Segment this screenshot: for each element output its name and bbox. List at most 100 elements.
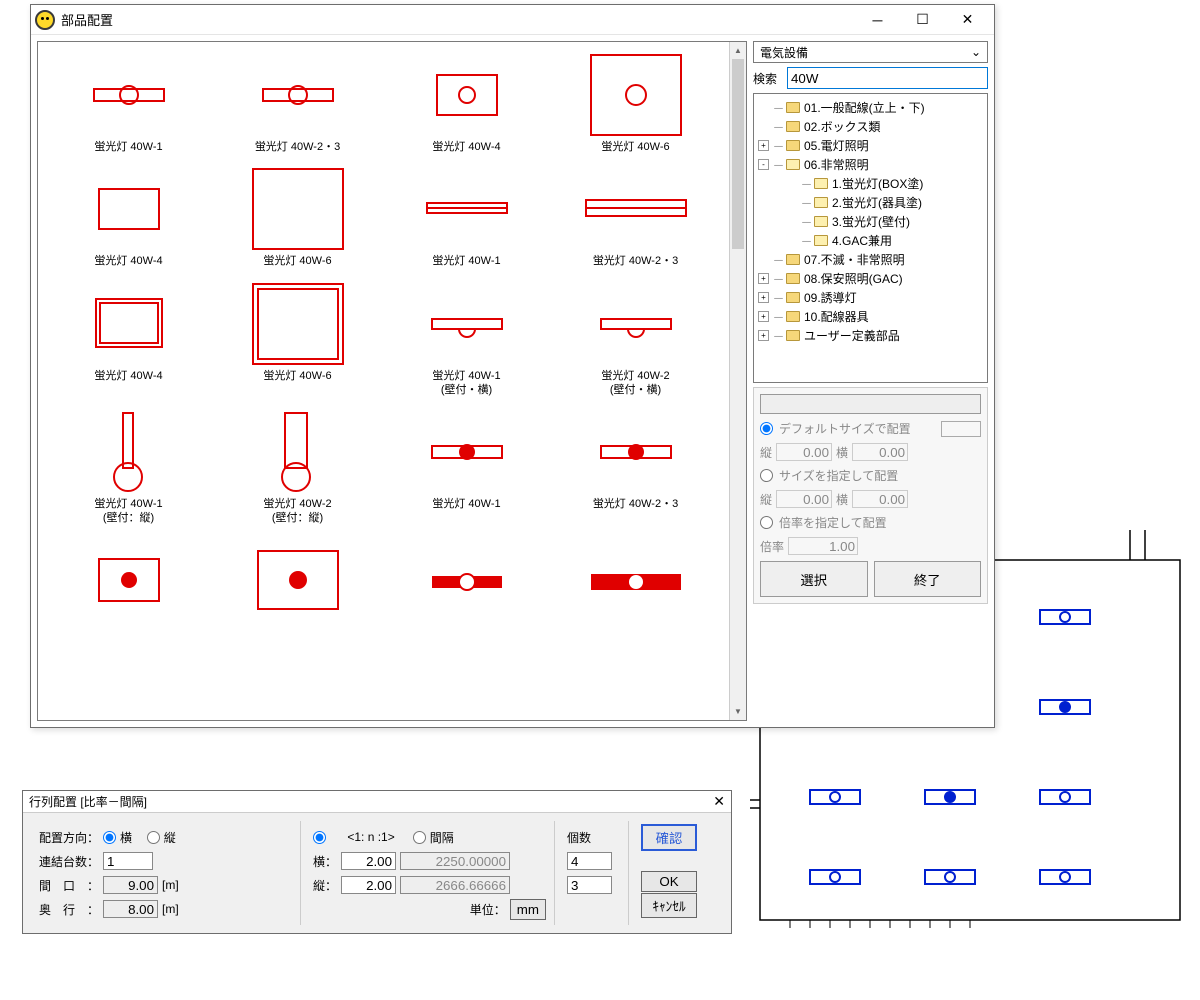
part-symbol xyxy=(412,407,522,497)
spacing-radio[interactable] xyxy=(413,831,426,844)
tree-node[interactable]: +─08.保安照明(GAC) xyxy=(758,269,983,288)
part-item[interactable]: 蛍光灯 40W-1(壁付・横) xyxy=(384,279,549,398)
h-ratio-input[interactable] xyxy=(341,852,396,870)
part-item[interactable]: 蛍光灯 40W-2・3 xyxy=(553,164,718,268)
tree-expander-icon[interactable]: + xyxy=(758,330,769,341)
part-item[interactable]: 蛍光灯 40W-6 xyxy=(553,50,718,154)
part-symbol xyxy=(576,50,696,140)
part-symbol xyxy=(74,279,184,369)
count-v-input[interactable] xyxy=(567,876,612,894)
part-label: 蛍光灯 40W-1 xyxy=(94,140,162,154)
tree-node[interactable]: ─4.GAC兼用 xyxy=(758,231,983,250)
part-label: 蛍光灯 40W-6 xyxy=(263,254,331,268)
tree-node[interactable]: -─06.非常照明 xyxy=(758,155,983,174)
hor-input-2[interactable] xyxy=(852,490,908,508)
maximize-button[interactable]: ☐ xyxy=(900,5,945,35)
ratio-radio[interactable] xyxy=(313,831,326,844)
gallery-scrollbar[interactable]: ▲ ▼ xyxy=(729,42,746,720)
folder-icon xyxy=(786,140,800,151)
scroll-up-icon[interactable]: ▲ xyxy=(730,42,746,59)
category-dropdown[interactable]: 電気設備 xyxy=(753,41,988,63)
dim-dropdown[interactable] xyxy=(760,394,981,414)
part-label: 蛍光灯 40W-2(壁付：縦) xyxy=(263,497,331,526)
folder-icon xyxy=(786,254,800,265)
scroll-thumb[interactable] xyxy=(732,59,744,249)
part-item[interactable]: 蛍光灯 40W-1(壁付：縦) xyxy=(46,407,211,526)
part-item[interactable]: 蛍光灯 40W-2(壁付：縦) xyxy=(215,407,380,526)
depth-input[interactable] xyxy=(103,900,158,918)
ver-input-2[interactable] xyxy=(776,490,832,508)
part-symbol xyxy=(238,164,358,254)
part-item[interactable] xyxy=(215,536,380,626)
ok-button[interactable]: OK xyxy=(641,871,697,892)
tree-node[interactable]: ─3.蛍光灯(壁付) xyxy=(758,212,983,231)
rate-label: 倍率 xyxy=(760,538,784,555)
search-input[interactable] xyxy=(787,67,988,89)
tree-node[interactable]: +─ユーザー定義部品 xyxy=(758,326,983,345)
direction-h-radio[interactable] xyxy=(103,831,116,844)
part-symbol xyxy=(576,536,696,626)
exit-button[interactable]: 終了 xyxy=(874,561,982,597)
select-button[interactable]: 選択 xyxy=(760,561,868,597)
minimize-button[interactable]: ─ xyxy=(855,5,900,35)
rate-input[interactable] xyxy=(788,537,858,555)
part-item[interactable]: 蛍光灯 40W-2(壁付・横) xyxy=(553,279,718,398)
folder-icon xyxy=(786,292,800,303)
v-ratio-input[interactable] xyxy=(341,876,396,894)
grid-titlebar[interactable]: 行列配置 [比率－間隔] ✕ xyxy=(23,791,731,813)
part-label: 蛍光灯 40W-1 xyxy=(432,497,500,511)
link-count-input[interactable] xyxy=(103,852,153,870)
part-item[interactable]: 蛍光灯 40W-6 xyxy=(215,164,380,268)
tree-expander-icon[interactable]: + xyxy=(758,140,769,151)
part-item[interactable] xyxy=(553,536,718,626)
tree-node[interactable]: ─1.蛍光灯(BOX塗) xyxy=(758,174,983,193)
part-label: 蛍光灯 40W-2・3 xyxy=(593,254,678,268)
tree-node[interactable]: ─02.ボックス類 xyxy=(758,117,983,136)
titlebar[interactable]: 部品配置 ─ ☐ ✕ xyxy=(31,5,994,35)
tree-expander-icon[interactable]: + xyxy=(758,311,769,322)
hor-input-1[interactable] xyxy=(852,443,908,461)
tree-label: 09.誘導灯 xyxy=(804,289,857,306)
ver-input-1[interactable] xyxy=(776,443,832,461)
scroll-down-icon[interactable]: ▼ xyxy=(730,703,746,720)
count-label: 個数 xyxy=(567,829,591,846)
part-item[interactable]: 蛍光灯 40W-4 xyxy=(46,164,211,268)
unit-button[interactable]: mm xyxy=(510,899,546,920)
tree-node[interactable]: ─2.蛍光灯(器具塗) xyxy=(758,193,983,212)
part-item[interactable] xyxy=(384,536,549,626)
part-item[interactable]: 蛍光灯 40W-2・3 xyxy=(553,407,718,526)
part-item[interactable]: 蛍光灯 40W-1 xyxy=(46,50,211,154)
ver-label-2: 縦 xyxy=(760,491,772,508)
scale-radio[interactable] xyxy=(760,516,773,529)
h-ratio-label: 横： xyxy=(313,853,337,870)
cancel-button[interactable]: ｷｬﾝｾﾙ xyxy=(641,893,697,918)
part-item[interactable]: 蛍光灯 40W-2・3 xyxy=(215,50,380,154)
part-item[interactable] xyxy=(46,536,211,626)
tree-node[interactable]: ─01.一般配線(立上・下) xyxy=(758,98,983,117)
direction-v-radio[interactable] xyxy=(147,831,160,844)
tree-expander-icon[interactable]: + xyxy=(758,292,769,303)
count-h-input[interactable] xyxy=(567,852,612,870)
tree-node[interactable]: +─10.配線器具 xyxy=(758,307,983,326)
confirm-button[interactable]: 確認 xyxy=(641,824,697,851)
category-tree[interactable]: ─01.一般配線(立上・下)─02.ボックス類+─05.電灯照明-─06.非常照… xyxy=(753,93,988,383)
grid-close-button[interactable]: ✕ xyxy=(713,793,725,810)
width-input[interactable] xyxy=(103,876,158,894)
part-symbol xyxy=(74,50,184,140)
tree-node[interactable]: +─05.電灯照明 xyxy=(758,136,983,155)
v-ratio-label: 縦： xyxy=(313,877,337,894)
part-item[interactable]: 蛍光灯 40W-4 xyxy=(384,50,549,154)
part-item[interactable]: 蛍光灯 40W-1 xyxy=(384,164,549,268)
tree-expander-icon[interactable]: + xyxy=(758,273,769,284)
close-button[interactable]: ✕ xyxy=(945,5,990,35)
default-size-radio[interactable] xyxy=(760,422,773,435)
tree-node[interactable]: +─09.誘導灯 xyxy=(758,288,983,307)
part-item[interactable]: 蛍光灯 40W-4 xyxy=(46,279,211,398)
grid-window-title: 行列配置 [比率－間隔] xyxy=(29,793,713,810)
tree-node[interactable]: ─07.不滅・非常照明 xyxy=(758,250,983,269)
tree-expander-icon[interactable]: - xyxy=(758,159,769,170)
grid-placement-window: 行列配置 [比率－間隔] ✕ 配置方向： 横 縦 連結台数： 間 口 ： [m]… xyxy=(22,790,732,934)
specify-size-radio[interactable] xyxy=(760,469,773,482)
part-item[interactable]: 蛍光灯 40W-1 xyxy=(384,407,549,526)
part-item[interactable]: 蛍光灯 40W-6 xyxy=(215,279,380,398)
